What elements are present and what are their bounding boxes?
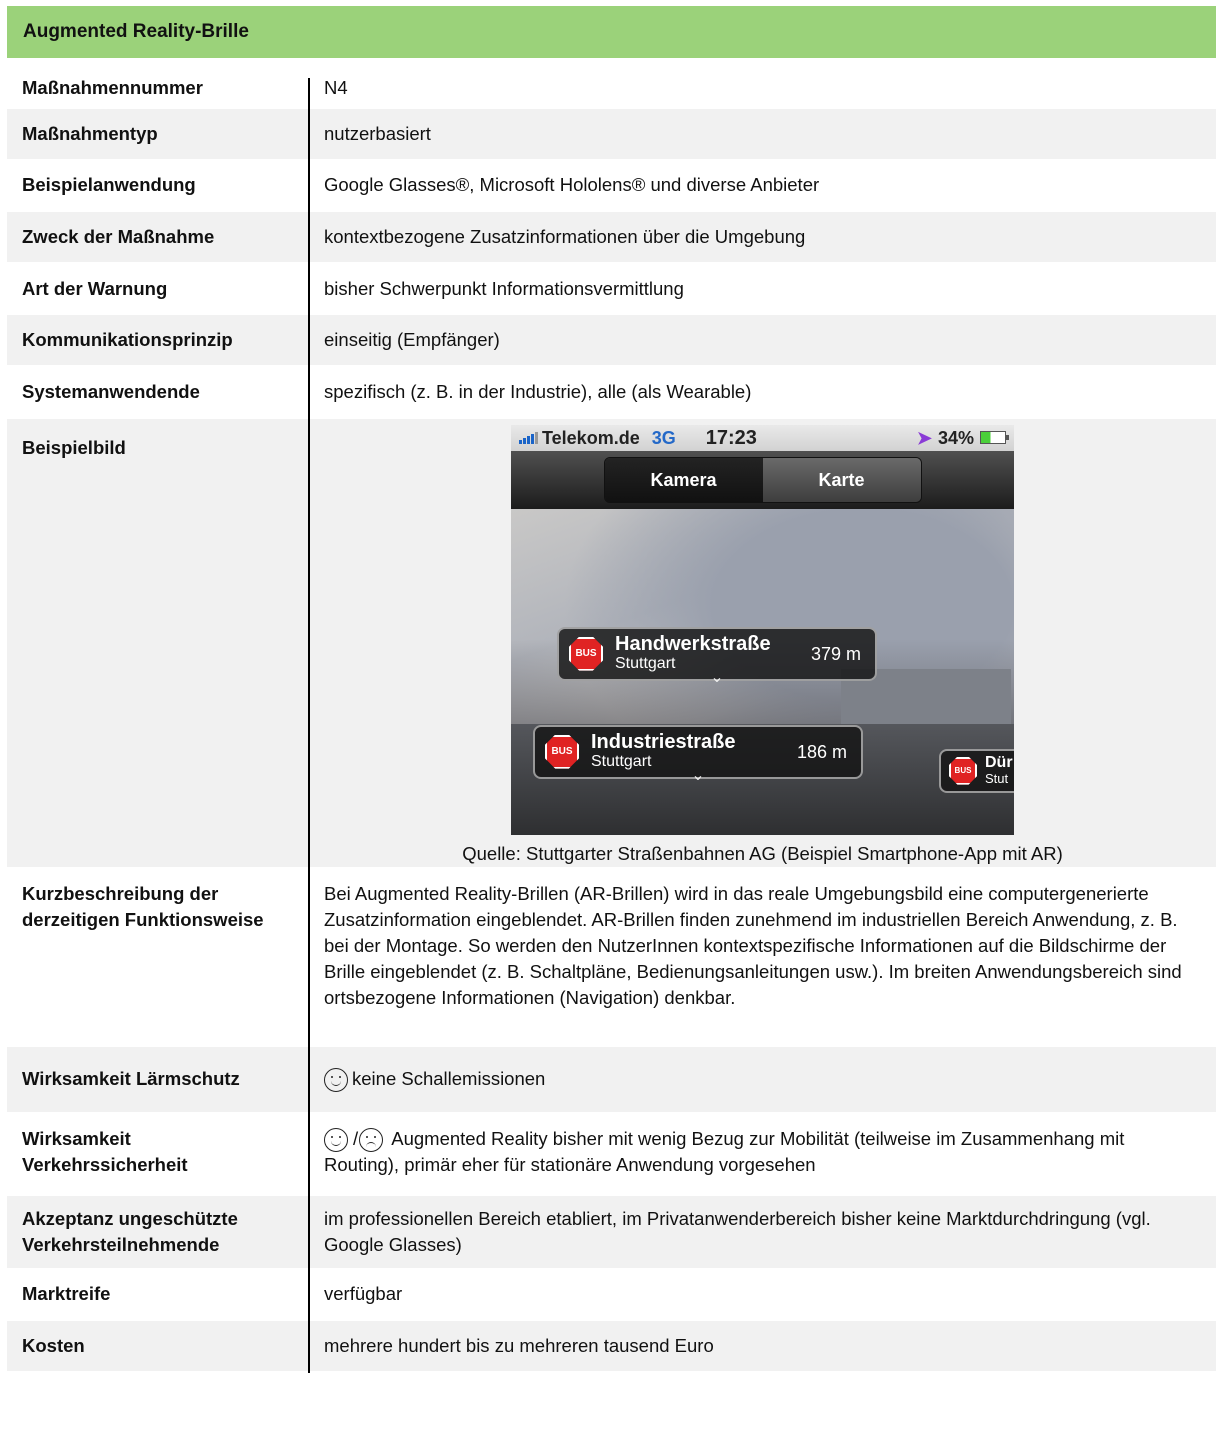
row-value: keine Schallemissionen [309, 1047, 1216, 1112]
row-kurzbeschreibung: Kurzbeschreibung der derzeitigen Funktio… [7, 869, 1216, 1047]
ar-app-screenshot: Telekom.de 3G 17:23 ➤ 34% Kamera Karte B… [511, 424, 1014, 835]
sheet-title: Augmented Reality-Brille [7, 6, 1216, 58]
example-image-cell: Telekom.de 3G 17:23 ➤ 34% Kamera Karte B… [309, 419, 1216, 867]
camera-view: BUS Handwerkstraße Stuttgart 379 m ⌄ BUS [511, 508, 1014, 835]
row-label: Maßnahmennummer [22, 76, 203, 98]
status-right: ➤ 34% [916, 425, 1009, 451]
signal-strength-icon [519, 431, 538, 444]
poi-label-handwerkstrasse: BUS Handwerkstraße Stuttgart 379 m ⌄ [557, 626, 877, 686]
row-label: Maßnahmentyp [22, 122, 158, 144]
row-kosten: Kosten mehrere hundert bis zu mehreren t… [7, 1321, 1216, 1373]
poi-city: Stut [985, 770, 1009, 786]
row-label: Beispielanwendung [22, 174, 196, 196]
row-label-line: Verkehrsteilnehmende [22, 1233, 220, 1255]
happy-smiley-icon [324, 1068, 348, 1093]
row-label-line: Akzeptanz ungeschützte [22, 1207, 238, 1229]
row-value-text: Augmented Reality bisher mit wenig Bezug… [324, 1127, 1125, 1175]
row-systemanwendende: Systemanwendende spezifisch (z. B. in de… [7, 367, 1216, 419]
row-label: Zweck der Maßnahme [22, 225, 215, 247]
row-label: Kosten [22, 1334, 85, 1356]
row-value: einseitig (Empfänger) [324, 329, 500, 351]
row-wirksamkeit-laermschutz: Wirksamkeit Lärmschutz keine Schallemiss… [7, 1046, 1216, 1114]
row-label: Art der Warnung [22, 277, 168, 299]
bus-stop-icon: BUS [569, 636, 603, 671]
icon-separator: / [353, 1127, 359, 1149]
poi-name: Handwerkstraße [615, 632, 771, 655]
row-massnahmentyp: Maßnahmentyp nutzerbasiert [7, 109, 1216, 161]
network-type: 3G [651, 427, 676, 448]
measure-sheet: Augmented Reality-Brille Maßnahmennummer… [0, 6, 1217, 1373]
status-time: 17:23 [705, 426, 757, 449]
row-label: Wirksamkeit Verkehrssicherheit [7, 1114, 309, 1194]
happy-smiley-icon [324, 1127, 348, 1152]
row-value: nutzerbasiert [324, 122, 431, 144]
row-beispielbild: Beispielbild Telekom.de 3G 17:23 ➤ 34% K… [7, 418, 1216, 869]
row-label-line: Wirksamkeit [22, 1127, 131, 1149]
row-label: Marktreife [22, 1283, 111, 1305]
phone-status-bar: Telekom.de 3G 17:23 ➤ 34% [511, 424, 1014, 451]
row-value: kontextbezogene Zusatzinformationen über… [324, 225, 806, 247]
poi-city: Stuttgart [615, 654, 676, 672]
row-wirksamkeit-verkehrssicherheit: Wirksamkeit Verkehrssicherheit / Augment… [7, 1114, 1216, 1196]
row-value: N4 [324, 76, 348, 98]
row-label-line: Verkehrssicherheit [22, 1153, 188, 1175]
row-massnahmennummer: Maßnahmennummer N4 [7, 68, 1216, 109]
location-arrow-icon: ➤ [916, 427, 932, 448]
row-beispielanwendung: Beispielanwendung Google Glasses®, Micro… [7, 161, 1216, 213]
tab-karte: Karte [762, 457, 921, 502]
row-label: Akzeptanz ungeschützte Verkehrsteilnehme… [7, 1196, 309, 1268]
chevron-down-icon: ⌄ [710, 668, 724, 686]
sad-smiley-icon [359, 1127, 384, 1152]
row-marktreife: Marktreife verfügbar [7, 1270, 1216, 1322]
row-value: / Augmented Reality bisher mit wenig Bez… [309, 1114, 1216, 1194]
poi-city: Stuttgart [591, 752, 652, 770]
row-value: Bei Augmented Reality-Brillen (AR-Brille… [324, 882, 1182, 1008]
poi-label-industriestrasse: BUS Industriestraße Stuttgart 186 m ⌄ [533, 724, 863, 784]
row-kommunikationsprinzip: Kommunikationsprinzip einseitig (Empfäng… [7, 315, 1216, 367]
row-akzeptanz: Akzeptanz ungeschützte Verkehrsteilnehme… [7, 1195, 1216, 1270]
poi-distance: 186 m [796, 741, 847, 762]
bus-stop-icon: BUS [949, 756, 977, 785]
row-value: spezifisch (z. B. in der Industrie), all… [324, 380, 752, 402]
bus-stop-icon: BUS [545, 734, 579, 769]
row-label: Kommunikationsprinzip [22, 329, 233, 351]
row-zweck: Zweck der Maßnahme kontextbezogene Zusat… [7, 212, 1216, 264]
row-label: Wirksamkeit Lärmschutz [22, 1068, 240, 1090]
row-value: im professionellen Bereich etabliert, im… [324, 1207, 1151, 1255]
poi-name: Dür [985, 753, 1013, 771]
row-label-line: Kurzbeschreibung der [22, 882, 219, 904]
battery-percent: 34% [937, 427, 974, 448]
tab-kamera: Kamera [604, 457, 763, 502]
row-label: Beispielbild [22, 436, 126, 458]
poi-name: Industriestraße [591, 730, 736, 753]
poi-distance: 379 m [810, 643, 861, 664]
row-value: verfügbar [324, 1283, 403, 1305]
row-value-text: keine Schallemissionen [352, 1068, 546, 1090]
measure-table: Maßnahmennummer N4 Maßnahmentyp nutzerba… [7, 68, 1216, 1373]
image-caption: Quelle: Stuttgarter Straßenbahnen AG (Be… [462, 842, 1063, 864]
row-label-line: derzeitigen Funktionsweise [22, 908, 264, 930]
row-label: Systemanwendende [22, 380, 200, 402]
row-art-der-warnung: Art der Warnung bisher Schwerpunkt Infor… [7, 264, 1216, 316]
battery-icon [980, 431, 1009, 445]
view-segmented-control: Kamera Karte [603, 456, 922, 503]
row-value: Google Glasses®, Microsoft Hololens® und… [324, 174, 820, 196]
carrier-name: Telekom.de [542, 427, 640, 448]
phone-nav-bar: Kamera Karte [511, 450, 1014, 509]
chevron-down-icon: ⌄ [691, 766, 705, 784]
row-value: bisher Schwerpunkt Informationsvermittlu… [324, 277, 684, 299]
row-label: Kurzbeschreibung der derzeitigen Funktio… [7, 869, 309, 1045]
poi-label-partial: BUS Dür Stut [939, 748, 1014, 793]
row-value: mehrere hundert bis zu mehreren tausend … [324, 1334, 714, 1356]
